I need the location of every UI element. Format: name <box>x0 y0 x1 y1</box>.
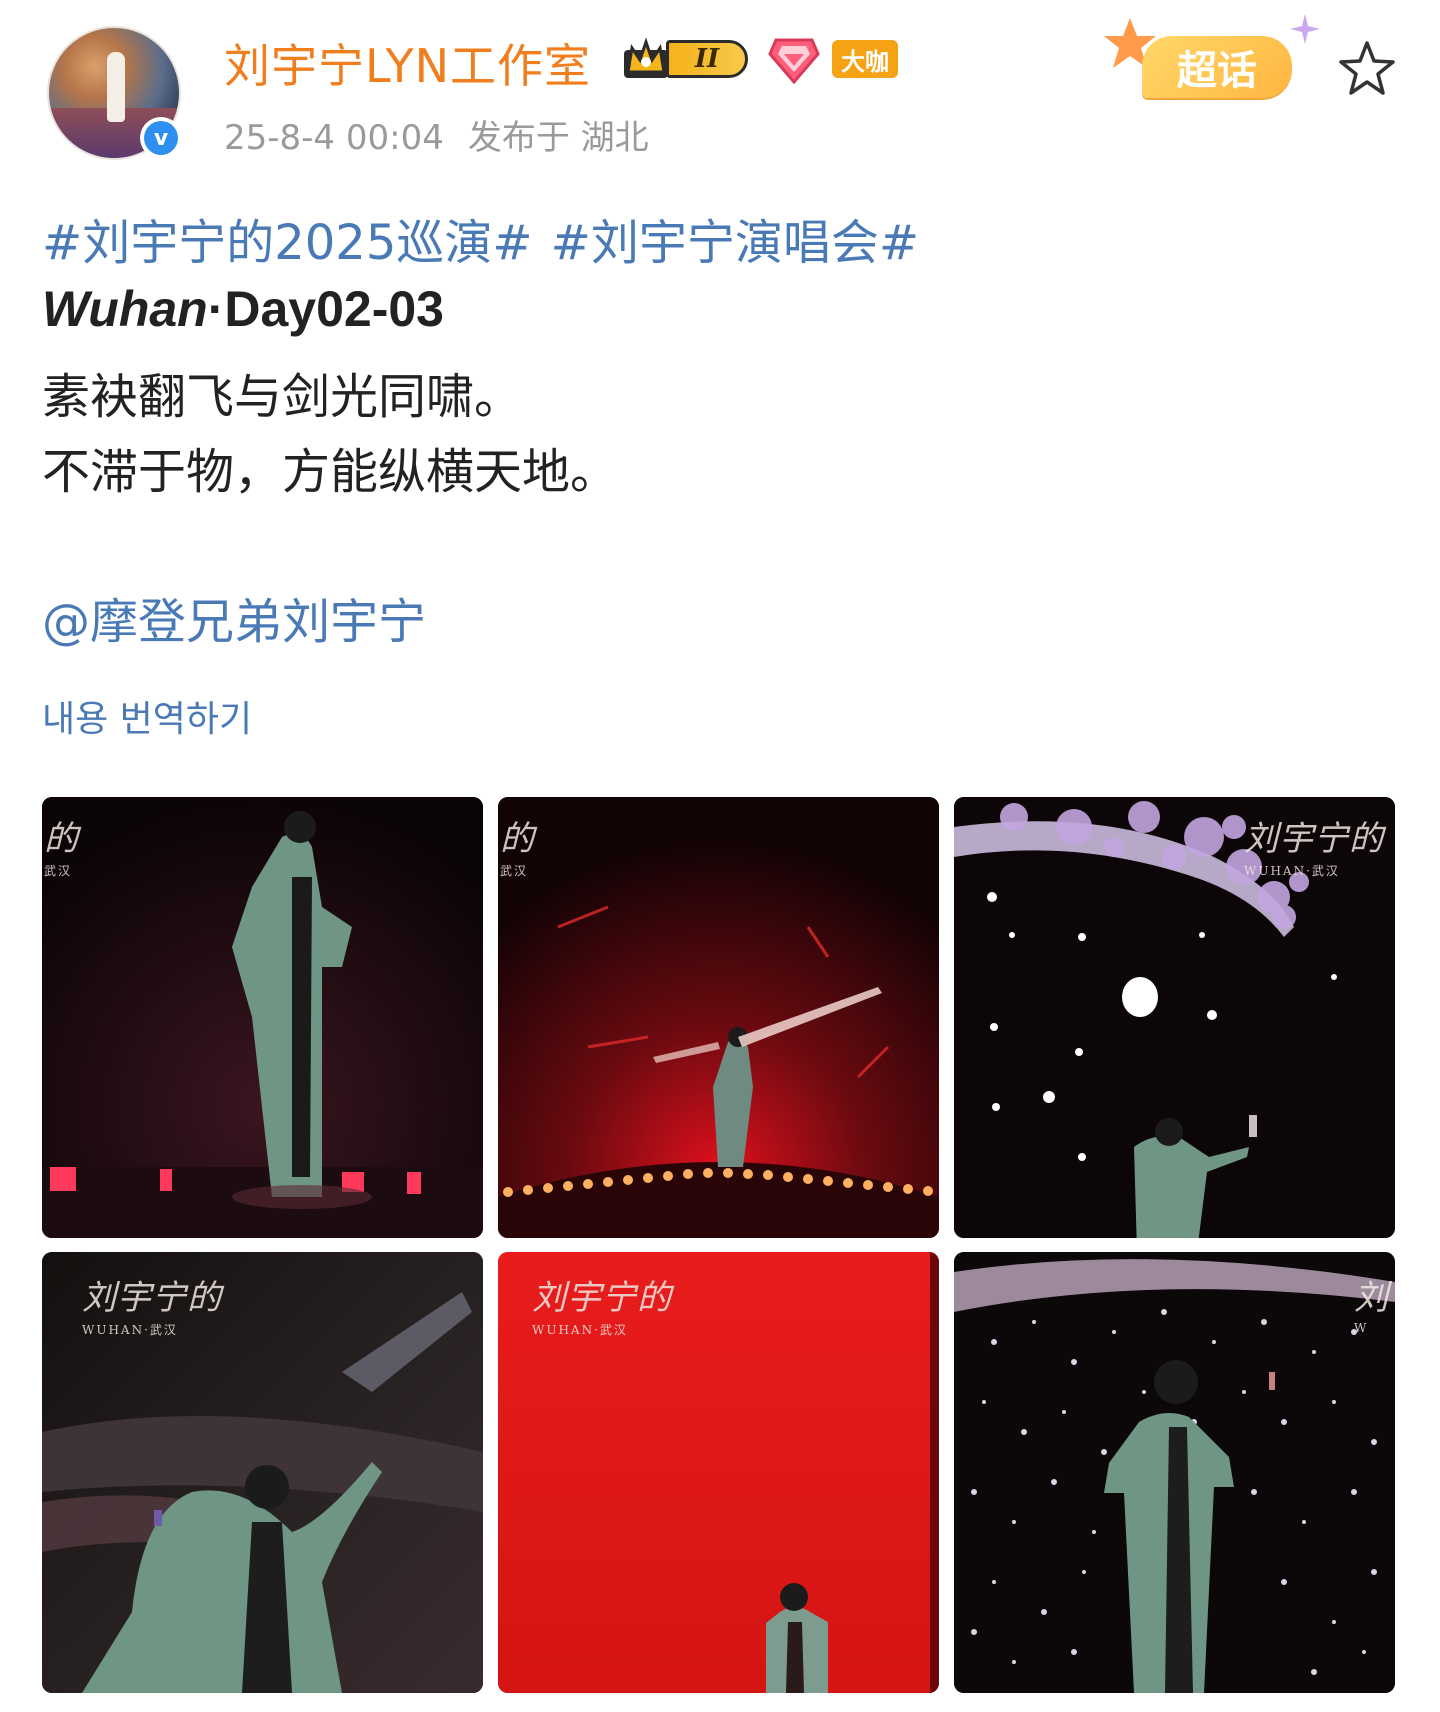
crown-badge-icon <box>620 36 672 82</box>
photo-image <box>498 797 939 1238</box>
author-name[interactable]: 刘宇宁LYN工作室 <box>224 30 591 96</box>
post-subtitle: Wuhan·Day02-03 <box>42 280 444 338</box>
topic-link[interactable]: #刘宇宁演唱会# <box>551 215 919 271</box>
favorite-star-icon[interactable] <box>1336 38 1398 100</box>
topic-list: #刘宇宁的2025巡演# #刘宇宁演唱会# <box>42 203 919 273</box>
photo-watermark: 刘宇宁的 WUHAN·武汉 <box>1244 819 1384 878</box>
subtitle-day: ·Day02-03 <box>207 281 444 337</box>
photo-image <box>954 1252 1395 1693</box>
post-time: 25-8-4 00:04 <box>224 118 444 158</box>
photo-image <box>42 797 483 1238</box>
chaohua-button[interactable]: 超话 <box>1100 14 1320 114</box>
photo-grid: 的武汉 的 武汉 刘宇宁的 WUHAN·武汉 刘宇宁的 WUHAN·武汉 刘宇宁… <box>42 797 1397 1693</box>
daka-badge[interactable]: 大咖 <box>832 40 898 78</box>
photo-thumbnail[interactable]: 刘宇宁的 WUHAN·武汉 <box>498 1252 939 1693</box>
gem-badge-icon[interactable] <box>768 36 820 85</box>
subtitle-city: Wuhan <box>42 281 208 337</box>
translate-link[interactable]: 내용 번역하기 <box>42 690 252 742</box>
photo-thumbnail[interactable]: 刘W <box>954 1252 1395 1693</box>
avatar-figure <box>107 52 125 122</box>
level-label: II <box>666 40 748 78</box>
photo-watermark: 刘宇宁的 WUHAN·武汉 <box>82 1278 222 1337</box>
post-location: 发布于 湖北 <box>467 118 649 158</box>
photo-thumbnail[interactable]: 刘宇宁的 WUHAN·武汉 <box>954 797 1395 1238</box>
photo-watermark: 刘宇宁的 WUHAN·武汉 <box>532 1278 672 1337</box>
photo-watermark: 的武汉 <box>500 819 535 878</box>
photo-thumbnail[interactable]: 刘宇宁的 WUHAN·武汉 <box>42 1252 483 1693</box>
verified-icon: v <box>140 117 182 159</box>
photo-watermark: 刘W <box>1354 1278 1389 1335</box>
post-text-line: 不滞于物，方能纵横天地。 <box>42 444 619 500</box>
post-text-line: 素袂翻飞与剑光同啸。 <box>42 369 523 425</box>
post-meta: 25-8-4 00:04 发布于 湖北 <box>224 110 649 159</box>
photo-thumbnail[interactable]: 的武汉 <box>498 797 939 1238</box>
level-badge[interactable]: II <box>620 36 754 82</box>
photo-thumbnail[interactable]: 的武汉 <box>42 797 483 1238</box>
photo-watermark: 的武汉 <box>44 819 79 878</box>
chaohua-label: 超话 <box>1142 36 1292 98</box>
topic-link[interactable]: #刘宇宁的2025巡演# <box>42 215 533 271</box>
sparkle-icon <box>1290 14 1320 44</box>
mention-link[interactable]: @摩登兄弟刘宇宁 <box>42 582 426 652</box>
